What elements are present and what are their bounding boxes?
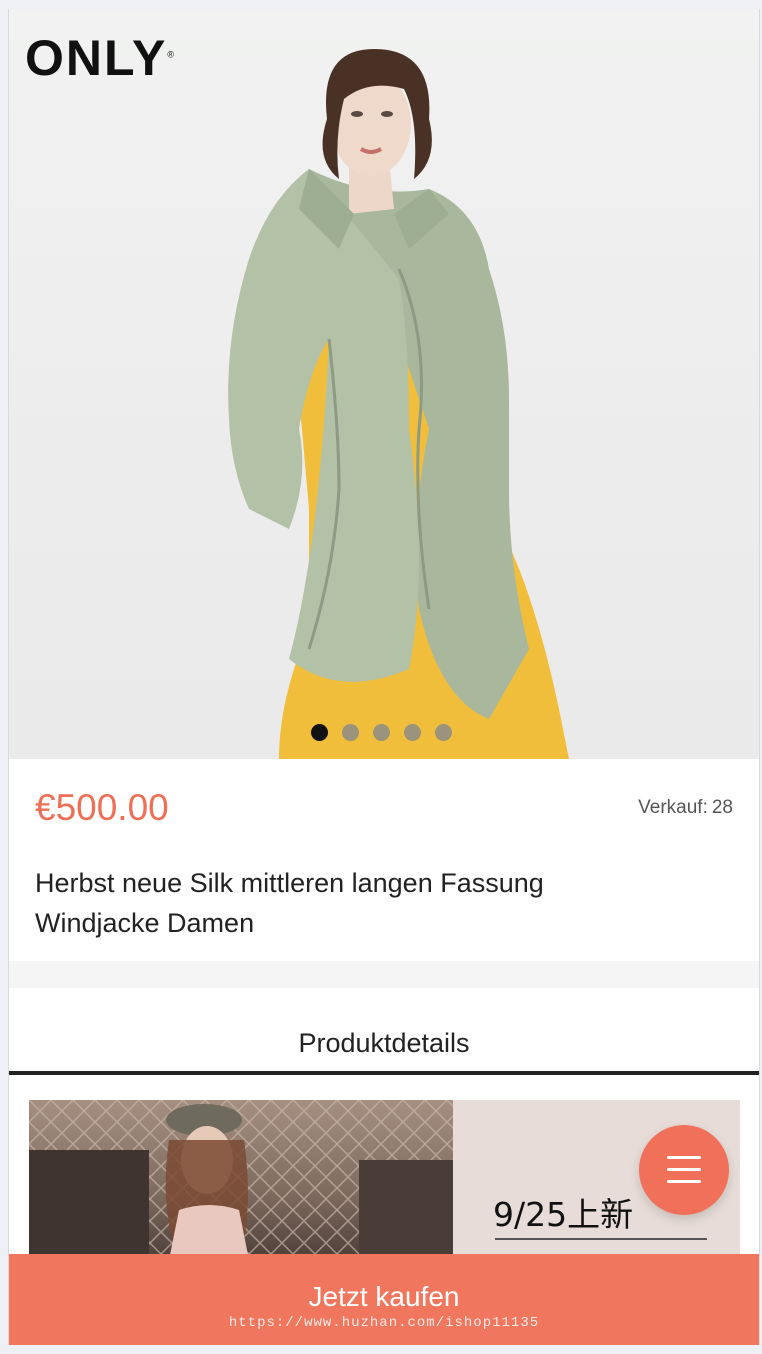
product-photo <box>228 49 569 759</box>
product-title: Herbst neue Silk mittleren langen Fassun… <box>35 868 544 938</box>
product-image-carousel[interactable]: ONLY® <box>9 9 759 759</box>
carousel-dot[interactable] <box>342 724 359 741</box>
brand-logo: ONLY® <box>25 30 176 86</box>
tab-product-details[interactable]: Produktdetails <box>9 988 759 1075</box>
fence-photo <box>29 1100 453 1260</box>
sales-label: Verkauf: <box>638 797 708 818</box>
section-divider <box>9 961 759 988</box>
banner-date: 9/25上新 <box>493 1195 634 1234</box>
hamburger-menu-icon <box>667 1156 701 1183</box>
phone-frame: ONLY® €500.00 Verkauf: 28 Herbst neue Sil… <box>8 9 760 1345</box>
buy-now-button[interactable]: Jetzt kaufen https://www.huzhan.com/isho… <box>9 1254 759 1345</box>
product-info: €500.00 Verkauf: 28 Herbst neue Silk mitt… <box>9 759 759 961</box>
floating-menu-button[interactable] <box>639 1125 729 1215</box>
buy-now-label: Jetzt kaufen <box>308 1281 460 1312</box>
banner-photo <box>29 1100 453 1260</box>
banner-underline <box>495 1238 707 1240</box>
carousel-dot[interactable] <box>373 724 390 741</box>
tab-label: Produktdetails <box>298 1028 470 1058</box>
carousel-dot[interactable] <box>404 724 421 741</box>
detail-banner-image: 9/25上新 <box>29 1100 740 1260</box>
watermark-text: https://www.huzhan.com/ishop11135 <box>228 1315 540 1331</box>
product-price: €500.00 <box>35 787 169 828</box>
carousel-pagination <box>311 724 452 741</box>
sales-number: 28 <box>711 797 733 818</box>
carousel-dot[interactable] <box>435 724 452 741</box>
carousel-dot[interactable] <box>311 724 328 741</box>
sales-count: Verkauf: 28 <box>634 797 733 819</box>
